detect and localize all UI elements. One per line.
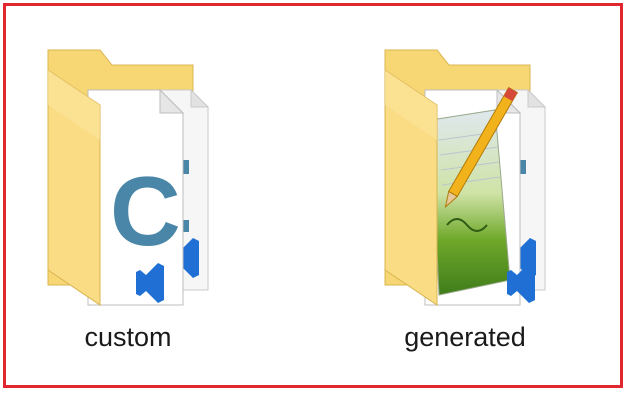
c-letter-glyph: C bbox=[110, 156, 181, 266]
folder-label: generated bbox=[404, 322, 526, 352]
folder-with-c-source-files-icon: C bbox=[47, 49, 210, 306]
folder-item-generated[interactable]: generated bbox=[345, 30, 585, 370]
folder-label: custom bbox=[84, 322, 172, 352]
folder-with-generated-files-icon bbox=[384, 49, 547, 306]
folder-item-custom[interactable]: C custom bbox=[8, 30, 248, 370]
